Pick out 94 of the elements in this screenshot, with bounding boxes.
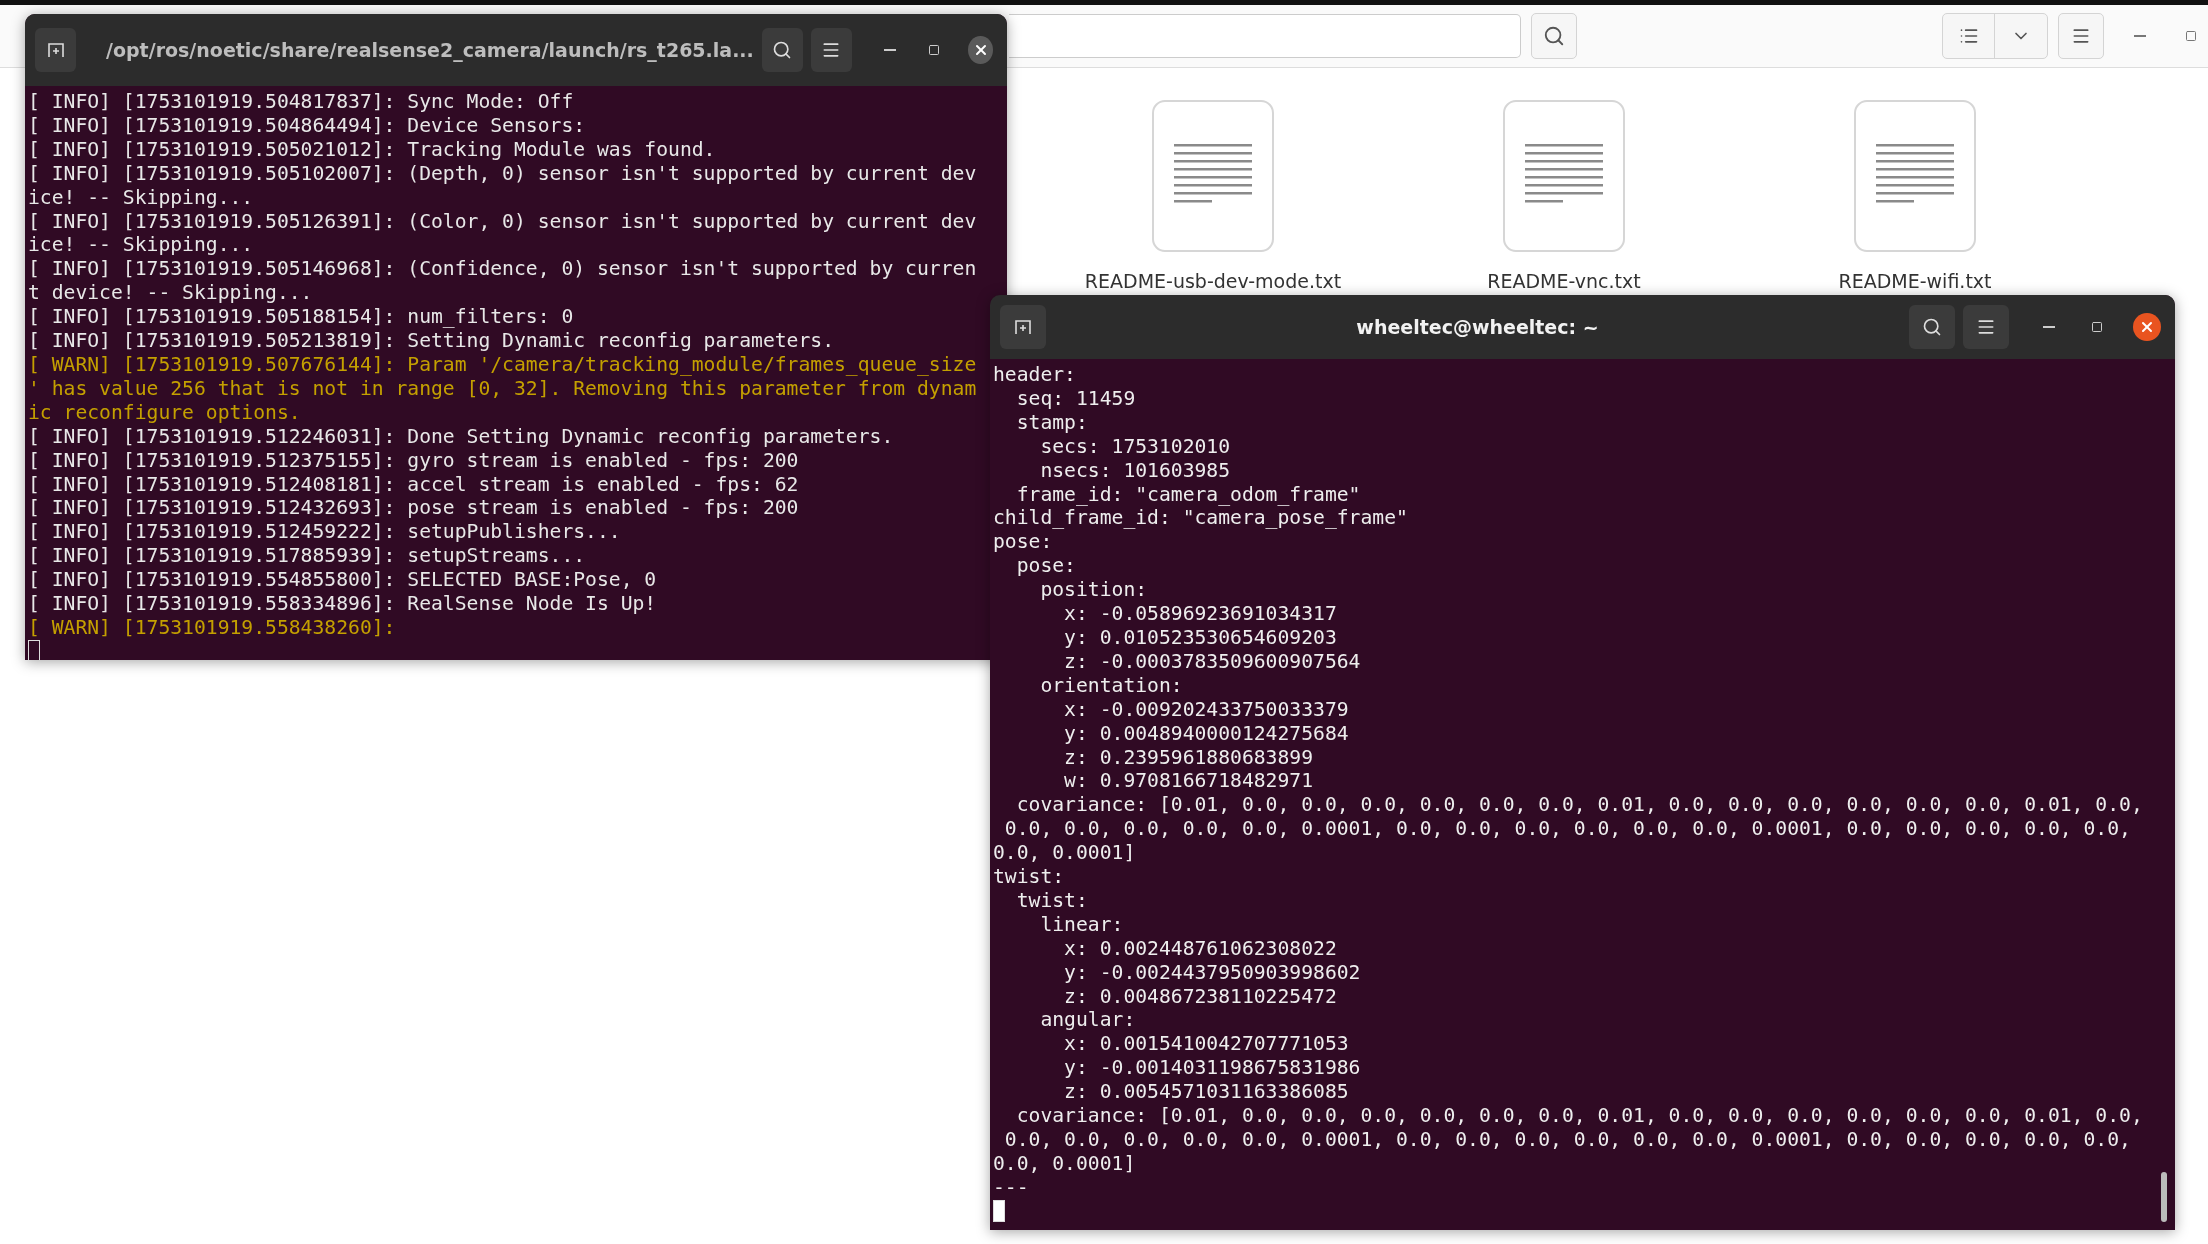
- terminal-line: y: -0.0024437950903998602: [1063, 960, 1361, 985]
- search-icon: [772, 40, 793, 60]
- maximize-icon: [927, 44, 940, 56]
- terminal-cursor: [28, 639, 40, 660]
- menu-button[interactable]: [2058, 13, 2105, 59]
- terminal-line: nsecs: 101603985: [1039, 458, 1231, 483]
- text-file-icon[interactable]: [1503, 100, 1625, 252]
- terminal-line: [ INFO] [1753101919.554855800]: SELECTED BASE:Pose, 0: [28, 568, 657, 593]
- terminal-line: frame_id: "camera_odom_frame": [1015, 482, 1361, 507]
- minimize-icon: [2133, 35, 2146, 37]
- terminal-line: ice! -- Skipping...: [28, 233, 254, 258]
- terminal-line: stamp:: [1015, 410, 1088, 435]
- terminal-cursor: [993, 1199, 1005, 1222]
- terminal-line: position:: [1039, 578, 1148, 603]
- terminal-line: angular:: [1039, 1008, 1136, 1033]
- menu-button[interactable]: [1963, 305, 2009, 349]
- text-file-icon[interactable]: [1854, 100, 1976, 252]
- terminal-line: x: -0.05896923691034317: [1063, 602, 1337, 626]
- terminal-line: ice! -- Skipping...: [28, 185, 254, 210]
- new-tab-icon: [45, 40, 66, 60]
- terminal-line: [ INFO] [1753101919.505021012]: Tracking Module was found.: [28, 137, 716, 162]
- terminal-line: [ INFO] [1753101919.505126391]: (Color, 0) sensor isn't supported by current dev: [28, 209, 977, 234]
- terminal-line: x: -0.009202433750033379: [1063, 697, 1349, 722]
- terminal-line: seq: 11459: [1015, 386, 1136, 411]
- search-button[interactable]: [1909, 305, 1955, 349]
- terminal-line: 0.0, 0.0, 0.0, 0.0, 0.0, 0.0001, 0.0, 0.0, 0.0, 0.0, 0.0, 0.0, 0.0001, 0.0, 0.0, 0.0, 0.0, 0.0,: [1003, 817, 2131, 842]
- file-name[interactable]: README-usb-dev-mode.txt: [1084, 270, 1342, 292]
- terminal-line: [ INFO] [1753101919.505102007]: (Depth, 0) sensor isn't supported by current dev: [28, 161, 977, 186]
- terminal-line: x: 0.0015410042707771053: [1063, 1032, 1349, 1057]
- minimize-icon: [2043, 326, 2055, 328]
- new-tab-button[interactable]: [1000, 305, 1046, 349]
- terminal-line: linear:: [1039, 912, 1124, 937]
- terminal-line: 0.0, 0.0, 0.0, 0.0, 0.0, 0.0001, 0.0, 0.0, 0.0, 0.0, 0.0, 0.0, 0.0001, 0.0, 0.0, 0.0, 0.0, 0.0,: [1003, 1128, 2131, 1152]
- close-button[interactable]: [968, 36, 993, 64]
- terminal-line: z: 0.0054571031163386085: [1063, 1080, 1349, 1105]
- file-name[interactable]: README-vnc.txt: [1487, 270, 1641, 292]
- search-field[interactable]: [1009, 14, 1521, 58]
- terminal-line: [ INFO] [1753101919.512246031]: Done Setting Dynamic reconfig parameters.: [28, 424, 894, 449]
- terminal-line: y: -0.0014031198675831986: [1063, 1056, 1361, 1081]
- search-button[interactable]: [761, 28, 803, 72]
- terminal-line: twist:: [1015, 888, 1088, 913]
- close-button[interactable]: [2133, 313, 2161, 341]
- terminal-line: [ WARN] [1753101919.558438260]:: [28, 615, 396, 640]
- terminal-line: [ INFO] [1753101919.517885939]: setupStreams...: [28, 544, 586, 569]
- terminal-line: header:: [993, 363, 1076, 387]
- terminal-line: ---: [993, 1175, 1029, 1200]
- terminal-line: child_frame_id: "camera_pose_frame": [993, 506, 1408, 531]
- search-icon: [1922, 317, 1942, 337]
- terminal-line: [ INFO] [1753101919.512408181]: accel stream is enabled - fps: 62: [28, 472, 799, 497]
- terminal-line: w: 0.9708166718482971: [1063, 769, 1314, 794]
- terminal-line: orientation:: [1039, 673, 1183, 698]
- terminal-line: [ INFO] [1753101919.504817837]: Sync Mode: Off: [28, 90, 574, 114]
- terminal-line: covariance: [0.01, 0.0, 0.0, 0.0, 0.0, 0.0, 0.0, 0.01, 0.0, 0.0, 0.0, 0.0, 0.0, 0.0, 0.01, 0.0,: [1015, 793, 2143, 818]
- terminal-line: covariance: [0.01, 0.0, 0.0, 0.0, 0.0, 0.0, 0.0, 0.01, 0.0, 0.0, 0.0, 0.0, 0.0, 0.0, 0.01, 0.0,: [1015, 1104, 2143, 1128]
- terminal-line: pose:: [993, 530, 1053, 555]
- terminal-line: y: 0.010523530654609203: [1063, 625, 1337, 650]
- terminal-line: y: 0.0048940000124275684: [1063, 721, 1349, 746]
- terminal-line: [ INFO] [1753101919.512375155]: gyro stream is enabled - fps: 200: [28, 448, 799, 473]
- terminal-line: [ INFO] [1753101919.512432693]: pose stream is enabled - fps: 200: [28, 496, 799, 521]
- terminal-line: 0.0, 0.0001]: [993, 841, 1136, 866]
- terminal-line: pose:: [1015, 554, 1076, 579]
- terminal-line: twist:: [993, 865, 1065, 889]
- minimize-icon: [883, 49, 896, 51]
- file-name[interactable]: README-wifi.txt: [1838, 270, 1992, 292]
- terminal-line: t device! -- Skipping...: [28, 281, 313, 306]
- close-icon: [2139, 319, 2155, 335]
- window-title: wheeltec@wheeltec: ~: [1355, 316, 1600, 338]
- terminal-line: [ INFO] [1753101919.558334896]: RealSense Node Is Up!: [28, 592, 657, 616]
- terminal-line: 0.0, 0.0001]: [993, 1151, 1136, 1176]
- terminal-line: [ INFO] [1753101919.505213819]: Setting Dynamic reconfig parameters.: [28, 329, 834, 353]
- terminal-line: x: 0.002448761062308022: [1063, 936, 1337, 961]
- text-file-icon[interactable]: [1152, 100, 1274, 252]
- terminal-line: ' has value 256 that is not in range [0, 32]. Removing this parameter from dynam: [28, 376, 977, 401]
- list-icon: [1958, 26, 1979, 46]
- menu-icon: [1976, 317, 1996, 337]
- terminal-line: z: 0.2395961880683899: [1063, 745, 1314, 770]
- maximize-icon: [2091, 321, 2103, 333]
- terminal-line: z: -0.0003783509600907564: [1063, 649, 1361, 674]
- scrollbar-thumb[interactable]: [2161, 1172, 2167, 1222]
- terminal-line: z: 0.004867238110225472: [1063, 984, 1337, 1009]
- maximize-icon: [2184, 30, 2197, 42]
- terminal-line: [ INFO] [1753101919.504864494]: Device Sensors:: [28, 113, 586, 138]
- terminal-line: [ INFO] [1753101919.505146968]: (Confidence, 0) sensor isn't supported by curren: [28, 257, 977, 282]
- terminal-line: secs: 1753102010: [1039, 434, 1231, 459]
- window-title: /opt/ros/noetic/share/realsense2_camera/launch/rs_t265.la...: [105, 39, 754, 61]
- terminal-line: ic reconfigure options.: [28, 400, 301, 425]
- search-button[interactable]: [1530, 13, 1578, 59]
- terminal-line: [ WARN] [1753101919.507676144]: Param '/camera/tracking_module/frames_queue_size: [28, 352, 977, 377]
- terminal-line: [ INFO] [1753101919.512459222]: setupPublishers...: [28, 520, 621, 545]
- new-tab-icon: [1013, 317, 1033, 337]
- search-icon: [1542, 25, 1565, 47]
- menu-button[interactable]: [810, 28, 852, 72]
- terminal-line: [ INFO] [1753101919.505188154]: num_filters: 0: [28, 305, 574, 330]
- new-tab-button[interactable]: [35, 28, 76, 72]
